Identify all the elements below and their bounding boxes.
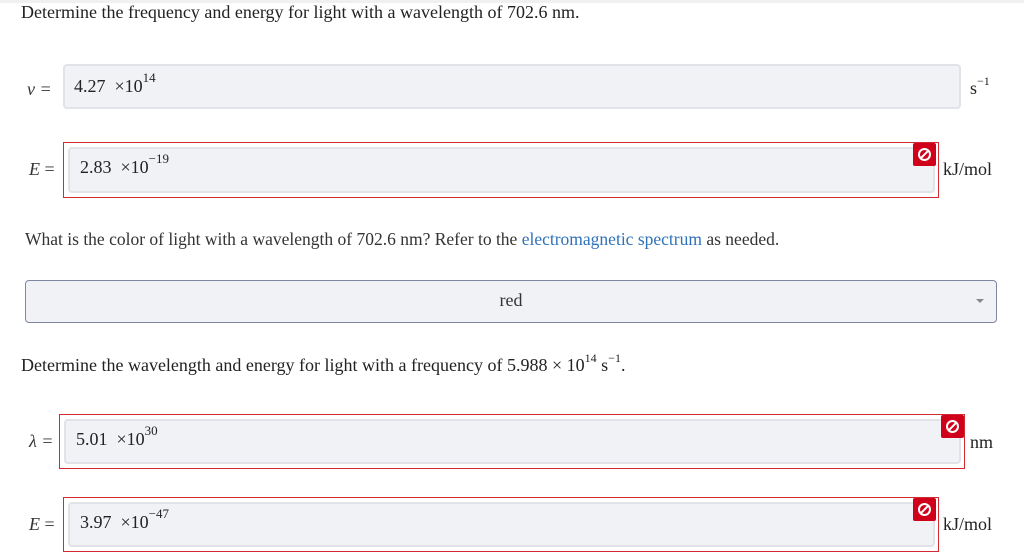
energy-label-1: E = [29,159,55,179]
frequency-input[interactable] [63,64,961,109]
question-frequency-energy: Determine the frequency and energy for l… [21,2,580,22]
question-color: What is the color of light with a wavele… [25,229,780,249]
energy-input-2[interactable] [68,502,935,547]
wavelength-label: λ = [29,431,54,451]
energy-value-1: 2.83 ×10−19 [80,151,169,177]
energy-unit-2: kJ/mol [943,514,993,534]
wavelength-input[interactable] [64,419,961,464]
wavelength-value: 5.01 ×1030 [76,423,158,449]
energy-unit-1: kJ/mol [943,159,993,179]
color-dropdown[interactable]: red [25,280,997,323]
prohibited-icon [913,143,936,166]
dropdown-selected-value: red [499,290,523,310]
question-wavelength-energy: Determine the wavelength and energy for … [21,351,626,375]
caret-down-icon [976,299,984,303]
energy-label-2: E = [29,514,55,534]
electromagnetic-spectrum-link[interactable]: electromagnetic spectrum [522,229,702,249]
prohibited-icon [913,498,936,521]
frequency-label: ν = [27,79,52,99]
wavelength-unit: nm [970,432,994,452]
frequency-value: 4.27 ×1014 [74,70,156,96]
frequency-unit: s−1 [970,74,990,98]
prohibited-icon [941,415,964,438]
energy-value-2: 3.97 ×10−47 [80,506,169,532]
energy-input-1[interactable] [68,147,935,193]
